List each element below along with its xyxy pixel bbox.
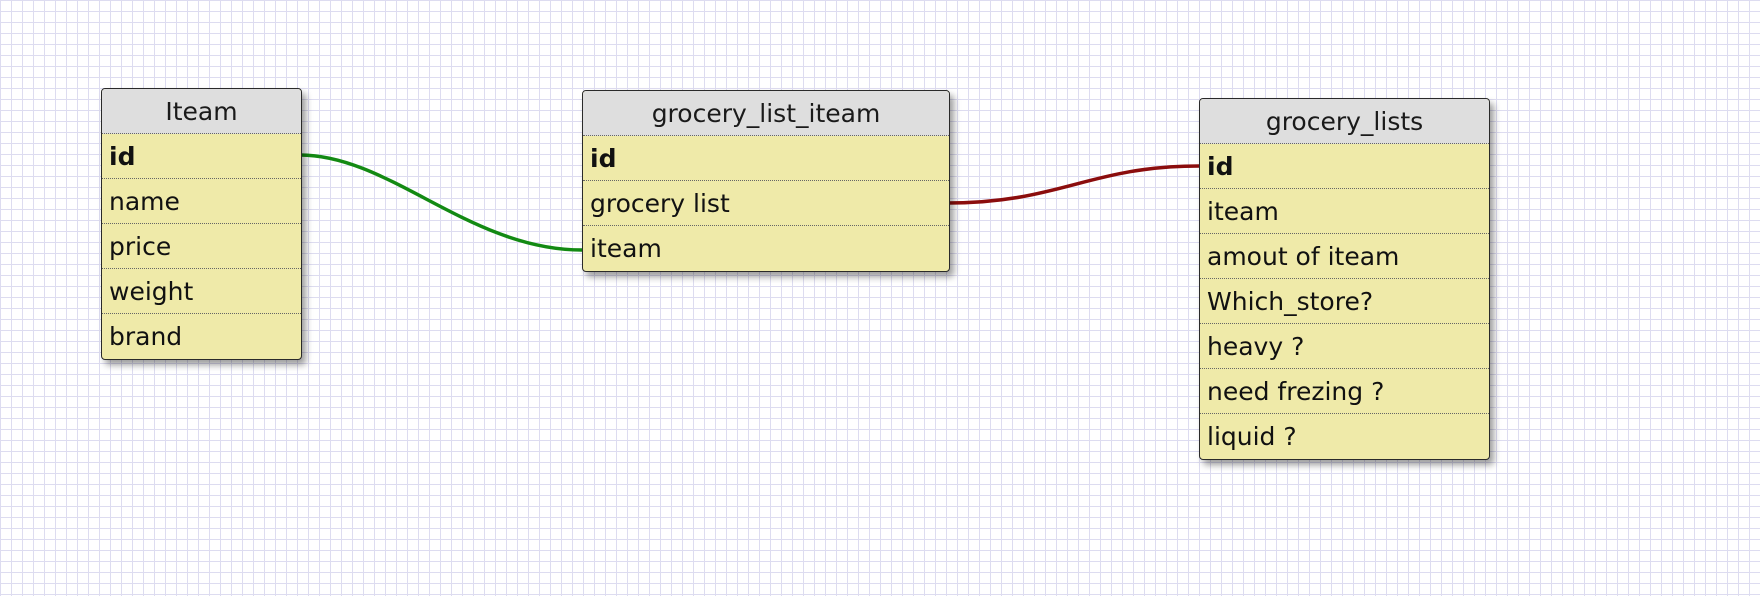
field-name[interactable]: name xyxy=(102,179,301,224)
field-weight[interactable]: weight xyxy=(102,269,301,314)
field-id[interactable]: id xyxy=(1200,144,1489,189)
relation-grocery-list-iteam-grocery-list-to-grocery-lists-id xyxy=(947,164,1200,205)
field-amout-of-iteam[interactable]: amout of iteam xyxy=(1200,234,1489,279)
table-grocery-lists[interactable]: grocery_lists id iteam amout of iteam Wh… xyxy=(1199,98,1490,460)
field-iteam[interactable]: iteam xyxy=(1200,189,1489,234)
field-id[interactable]: id xyxy=(583,136,949,181)
table-title: grocery_lists xyxy=(1200,99,1489,144)
relation-iteam-id-to-grocery-list-iteam-iteam xyxy=(299,153,583,252)
field-heavy[interactable]: heavy ? xyxy=(1200,324,1489,369)
field-brand[interactable]: brand xyxy=(102,314,301,359)
field-liquid[interactable]: liquid ? xyxy=(1200,414,1489,459)
field-id[interactable]: id xyxy=(102,134,301,179)
table-title: Iteam xyxy=(102,89,301,134)
table-grocery-list-iteam[interactable]: grocery_list_iteam id grocery list iteam xyxy=(582,90,950,272)
table-iteam[interactable]: Iteam id name price weight brand xyxy=(101,88,302,360)
field-need-frezing[interactable]: need frezing ? xyxy=(1200,369,1489,414)
table-title: grocery_list_iteam xyxy=(583,91,949,136)
field-grocery-list[interactable]: grocery list xyxy=(583,181,949,226)
field-iteam[interactable]: iteam xyxy=(583,226,949,271)
schema-canvas: Iteam id name price weight brand grocery… xyxy=(0,0,1760,596)
field-price[interactable]: price xyxy=(102,224,301,269)
field-which-store[interactable]: Which_store? xyxy=(1200,279,1489,324)
